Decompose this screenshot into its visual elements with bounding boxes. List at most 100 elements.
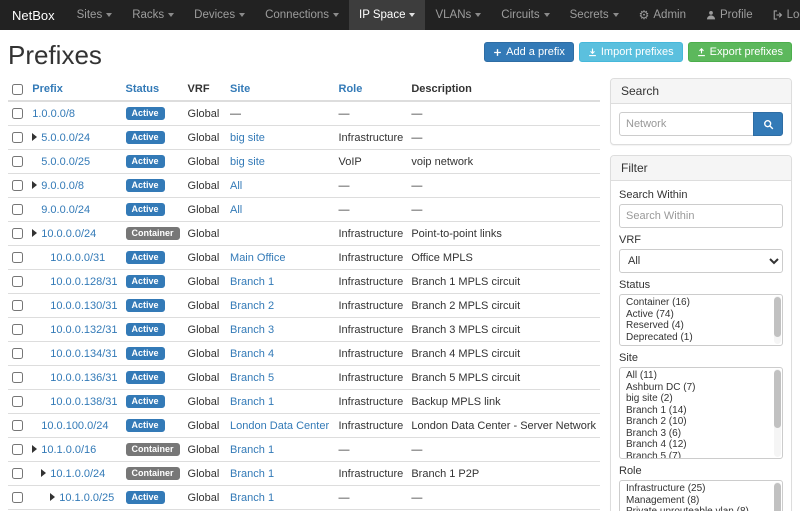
expand-caret-icon[interactable] <box>41 469 46 477</box>
site-link[interactable]: Branch 1 <box>230 468 274 480</box>
site-listbox[interactable]: All (11)Ashburn DC (7)big site (2)Branch… <box>619 367 783 459</box>
expand-caret-icon[interactable] <box>50 493 55 501</box>
listbox-option[interactable]: Branch 2 (10) <box>620 416 782 428</box>
scrollbar-thumb[interactable] <box>774 370 781 428</box>
nav-item-admin[interactable]: ⚙ Admin <box>629 0 696 30</box>
listbox-option[interactable]: Management (8) <box>620 495 782 507</box>
column-header-site[interactable]: Site <box>226 78 334 101</box>
prefix-link[interactable]: 10.0.0.138/31 <box>50 396 117 408</box>
prefix-link[interactable]: 10.0.0.132/31 <box>50 324 117 336</box>
prefix-link[interactable]: 10.0.0.136/31 <box>50 372 117 384</box>
site-link[interactable]: big site <box>230 156 265 168</box>
row-checkbox[interactable] <box>12 108 23 119</box>
site-link[interactable]: Main Office <box>230 252 285 264</box>
listbox-option[interactable]: Branch 3 (6) <box>620 428 782 440</box>
column-header-status[interactable]: Status <box>122 78 184 101</box>
scrollbar-thumb[interactable] <box>774 483 781 511</box>
nav-item-circuits[interactable]: Circuits <box>491 0 559 30</box>
nav-item-ip-space[interactable]: IP Space <box>349 0 425 30</box>
row-checkbox[interactable] <box>12 300 23 311</box>
listbox-option[interactable]: Infrastructure (25) <box>620 483 782 495</box>
row-checkbox[interactable] <box>12 396 23 407</box>
prefix-link[interactable]: 5.0.0.0/25 <box>41 156 90 168</box>
status-listbox[interactable]: Container (16)Active (74)Reserved (4)Dep… <box>619 294 783 346</box>
prefix-link[interactable]: 10.0.0.134/31 <box>50 348 117 360</box>
prefix-link[interactable]: 10.0.0.0/31 <box>50 252 105 264</box>
expand-caret-icon[interactable] <box>32 133 37 141</box>
listbox-option[interactable]: Reserved (4) <box>620 320 782 332</box>
listbox-option[interactable]: Deprecated (1) <box>620 332 782 344</box>
expand-caret-icon[interactable] <box>32 229 37 237</box>
listbox-option[interactable]: Branch 5 (7) <box>620 451 782 460</box>
scrollbar-thumb[interactable] <box>774 297 781 337</box>
nav-item-connections[interactable]: Connections <box>255 0 349 30</box>
nav-item-devices[interactable]: Devices <box>184 0 255 30</box>
row-checkbox[interactable] <box>12 276 23 287</box>
import-prefixes-button[interactable]: Import prefixes <box>579 42 683 62</box>
site-link[interactable]: Branch 1 <box>230 276 274 288</box>
row-checkbox[interactable] <box>12 420 23 431</box>
listbox-option[interactable]: Ashburn DC (7) <box>620 382 782 394</box>
listbox-option[interactable]: Branch 4 (12) <box>620 439 782 451</box>
prefix-link[interactable]: 10.0.100.0/24 <box>41 420 108 432</box>
nav-item-logout[interactable]: Log out <box>763 0 800 30</box>
listbox-option[interactable]: big site (2) <box>620 393 782 405</box>
row-checkbox[interactable] <box>12 252 23 263</box>
nav-item-racks[interactable]: Racks <box>122 0 184 30</box>
vrf-select[interactable]: All <box>619 249 783 273</box>
export-prefixes-button[interactable]: Export prefixes <box>688 42 792 62</box>
search-button[interactable] <box>753 112 783 136</box>
row-checkbox[interactable] <box>12 132 23 143</box>
role-listbox[interactable]: Infrastructure (25)Management (8)Private… <box>619 480 783 511</box>
row-checkbox[interactable] <box>12 444 23 455</box>
site-link[interactable]: Branch 1 <box>230 444 274 456</box>
prefix-link[interactable]: 1.0.0.0/8 <box>32 108 75 120</box>
prefix-link[interactable]: 10.1.0.0/24 <box>50 468 105 480</box>
prefix-link[interactable]: 10.0.0.0/24 <box>41 228 96 240</box>
column-header-role[interactable]: Role <box>335 78 408 101</box>
nav-item-vlans[interactable]: VLANs <box>425 0 491 30</box>
expand-caret-icon[interactable] <box>32 445 37 453</box>
site-link[interactable]: London Data Center <box>230 420 329 432</box>
listbox-option[interactable]: All (11) <box>620 370 782 382</box>
row-checkbox[interactable] <box>12 372 23 383</box>
prefix-link[interactable]: 10.1.0.0/25 <box>59 492 114 504</box>
search-within-input[interactable] <box>619 204 783 228</box>
site-link[interactable]: All <box>230 204 242 216</box>
row-checkbox[interactable] <box>12 468 23 479</box>
site-link[interactable]: Branch 5 <box>230 372 274 384</box>
row-checkbox[interactable] <box>12 180 23 191</box>
add-prefix-button[interactable]: Add a prefix <box>484 42 574 62</box>
row-checkbox[interactable] <box>12 492 23 503</box>
search-input[interactable] <box>619 112 754 136</box>
site-link[interactable]: Branch 4 <box>230 348 274 360</box>
site-link[interactable]: Branch 3 <box>230 324 274 336</box>
listbox-option[interactable]: Private unrouteable vlan (8) <box>620 506 782 511</box>
row-checkbox[interactable] <box>12 156 23 167</box>
brand-logo[interactable]: NetBox <box>0 0 67 30</box>
site-link[interactable]: All <box>230 180 242 192</box>
prefix-link[interactable]: 5.0.0.0/24 <box>41 132 90 144</box>
listbox-option[interactable]: Branch 1 (14) <box>620 405 782 417</box>
expand-caret-icon[interactable] <box>32 181 37 189</box>
nav-item-profile[interactable]: Profile <box>696 0 763 30</box>
prefix-link[interactable]: 10.0.0.128/31 <box>50 276 117 288</box>
prefix-link[interactable]: 10.1.0.0/16 <box>41 444 96 456</box>
row-checkbox[interactable] <box>12 324 23 335</box>
row-checkbox[interactable] <box>12 204 23 215</box>
prefix-link[interactable]: 9.0.0.0/8 <box>41 180 84 192</box>
prefix-link[interactable]: 9.0.0.0/24 <box>41 204 90 216</box>
column-header-prefix[interactable]: Prefix <box>28 78 121 101</box>
site-link[interactable]: Branch 1 <box>230 396 274 408</box>
site-link[interactable]: big site <box>230 132 265 144</box>
row-checkbox[interactable] <box>12 228 23 239</box>
listbox-option[interactable]: Active (74) <box>620 309 782 321</box>
nav-item-secrets[interactable]: Secrets <box>560 0 629 30</box>
select-all-checkbox[interactable] <box>12 84 23 95</box>
listbox-option[interactable]: Container (16) <box>620 297 782 309</box>
nav-item-sites[interactable]: Sites <box>67 0 123 30</box>
row-checkbox[interactable] <box>12 348 23 359</box>
prefix-link[interactable]: 10.0.0.130/31 <box>50 300 117 312</box>
site-link[interactable]: Branch 2 <box>230 300 274 312</box>
site-link[interactable]: Branch 1 <box>230 492 274 504</box>
